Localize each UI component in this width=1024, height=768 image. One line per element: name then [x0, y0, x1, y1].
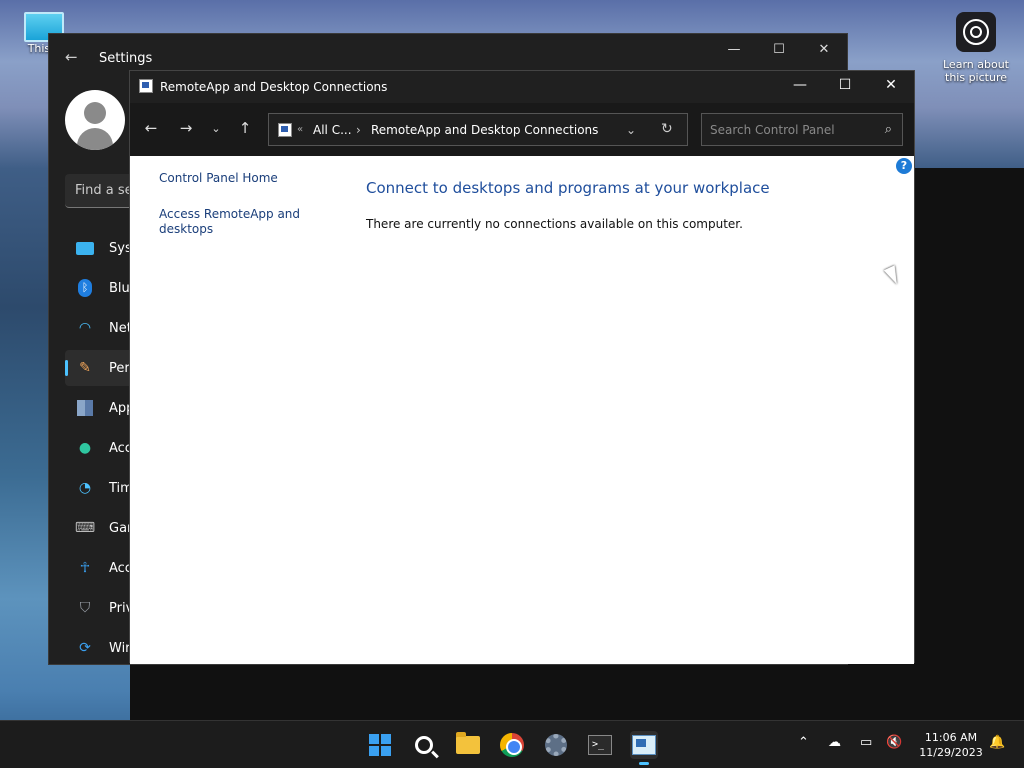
navigation-bar: ← → ⌄ ↑ « All C... › RemoteApp and Deskt…	[130, 103, 914, 156]
refresh-icon[interactable]: ↻	[661, 121, 673, 137]
desktop-icon-label: Learn about this picture	[943, 58, 1009, 84]
maximize-icon[interactable]: ☐	[830, 77, 860, 93]
start-button[interactable]	[366, 731, 394, 759]
accessibility-icon: ☥	[79, 560, 91, 576]
terminal-icon: >_	[588, 735, 612, 755]
taskbar: >_ ⌃ ☁ ▭ 🔇 11:06 AM 11/29/2023 🔔	[0, 720, 1024, 768]
desktop-icon-learn-picture[interactable]: Learn about this picture	[940, 12, 1012, 84]
remoteapp-icon	[139, 79, 153, 93]
forward-arrow-icon[interactable]: →	[175, 119, 197, 137]
clock-globe-icon: ◔	[78, 480, 92, 496]
back-arrow-icon[interactable]: ←	[140, 119, 162, 137]
control-panel-window[interactable]: RemoteApp and Desktop Connections — ☐ ✕ …	[129, 70, 915, 664]
windows-logo-icon	[369, 734, 391, 756]
close-icon[interactable]: ✕	[876, 77, 906, 93]
back-arrow-icon[interactable]: ←	[65, 48, 78, 66]
gamepad-icon: ⌨	[74, 520, 96, 536]
content-area: ? Control Panel Home Access RemoteApp an…	[130, 156, 914, 664]
volume-muted-icon[interactable]: 🔇	[886, 735, 902, 750]
help-icon[interactable]: ?	[896, 158, 912, 174]
wifi-icon: ◠	[78, 320, 92, 336]
breadcrumb-root[interactable]: All C...	[313, 123, 352, 137]
search-icon	[415, 736, 433, 754]
chevron-up-icon[interactable]: ⌃	[798, 735, 809, 750]
person-icon: ●	[78, 440, 92, 456]
control-panel-home-link[interactable]: Control Panel Home	[159, 171, 309, 186]
settings-title: Settings	[99, 51, 153, 66]
bluetooth-icon: ᛒ	[75, 278, 95, 298]
control-panel-taskbar-button[interactable]	[630, 731, 658, 765]
search-button[interactable]	[410, 731, 438, 759]
camera-icon	[956, 12, 996, 52]
gear-icon	[545, 734, 567, 756]
minimize-icon[interactable]: —	[785, 77, 815, 93]
avatar[interactable]	[65, 90, 125, 150]
search-icon: ⌕	[884, 122, 892, 137]
update-icon: ⟳	[79, 640, 91, 656]
system-clock[interactable]: 11:06 AM 11/29/2023	[914, 730, 988, 760]
shield-icon: ⛉	[79, 600, 91, 616]
chrome-icon	[500, 733, 524, 757]
remoteapp-icon	[278, 123, 292, 137]
network-icon[interactable]: ▭	[860, 735, 872, 750]
onedrive-cloud-icon[interactable]: ☁	[828, 735, 841, 750]
recent-locations-chevron-icon[interactable]: ⌄	[205, 122, 227, 135]
terminal-button[interactable]: >_	[586, 731, 614, 759]
breadcrumb-separator-icon[interactable]: ›	[356, 123, 361, 137]
chevron-down-icon[interactable]: ⌄	[626, 123, 636, 137]
access-remoteapp-link[interactable]: Access RemoteApp and desktops	[159, 207, 309, 237]
brush-icon: ✎	[79, 360, 91, 376]
overflow-chevron-icon[interactable]: «	[297, 124, 303, 135]
up-arrow-icon[interactable]: ↑	[234, 119, 256, 137]
file-explorer-button[interactable]	[454, 731, 482, 759]
monitor-icon	[75, 238, 95, 258]
settings-taskbar-button[interactable]	[542, 731, 570, 759]
notification-bell-icon[interactable]: 🔔	[989, 735, 1005, 750]
breadcrumb-current[interactable]: RemoteApp and Desktop Connections	[371, 123, 598, 137]
chrome-button[interactable]	[498, 731, 526, 759]
maximize-icon[interactable]: ☐	[764, 42, 794, 57]
close-icon[interactable]: ✕	[809, 42, 839, 57]
status-message: There are currently no connections avail…	[366, 217, 743, 231]
remoteapp-icon	[632, 735, 656, 755]
minimize-icon[interactable]: —	[719, 42, 749, 57]
window-title: RemoteApp and Desktop Connections	[160, 80, 388, 94]
address-bar[interactable]: « All C... › RemoteApp and Desktop Conne…	[268, 113, 688, 146]
page-title: Connect to desktops and programs at your…	[366, 179, 770, 197]
search-input[interactable]: Search Control Panel ⌕	[701, 113, 903, 146]
apps-icon	[75, 398, 95, 418]
title-bar[interactable]: RemoteApp and Desktop Connections — ☐ ✕	[130, 71, 914, 103]
folder-icon	[456, 732, 480, 754]
